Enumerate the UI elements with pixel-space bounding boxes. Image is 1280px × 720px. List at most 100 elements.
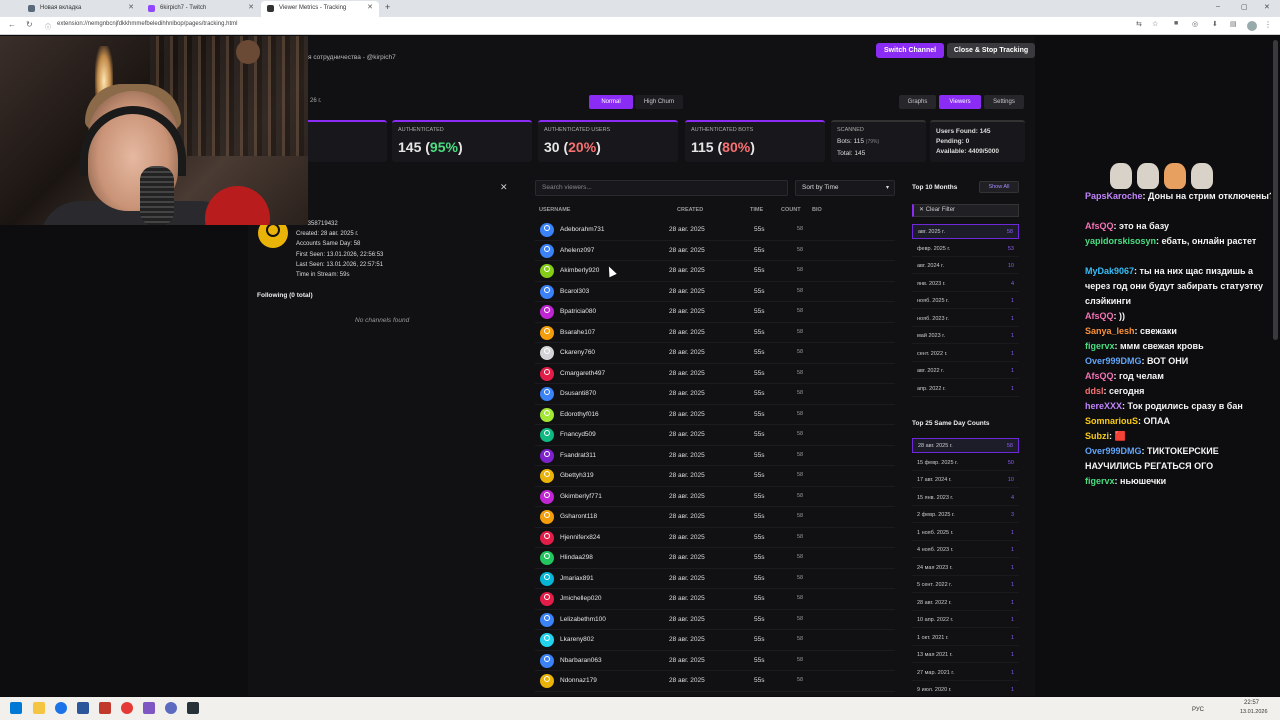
- file-explorer-icon[interactable]: [33, 702, 45, 714]
- list-item[interactable]: 15 февр. 2025 г. 50: [912, 456, 1019, 471]
- table-row[interactable]: Jmariax891 28 авг. 2025 55s 58: [535, 569, 895, 589]
- app-icon[interactable]: [143, 702, 155, 714]
- tab-settings[interactable]: Settings: [984, 95, 1024, 109]
- username[interactable]: Fsandrat311: [560, 452, 596, 459]
- sidebar-icon[interactable]: ▤: [1230, 20, 1237, 28]
- table-row[interactable]: Bcarol303 28 авг. 2025 55s 58: [535, 282, 895, 302]
- username[interactable]: Jmariax891: [560, 575, 594, 582]
- table-row[interactable]: Nbarbaran063 28 авг. 2025 55s 58: [535, 651, 895, 671]
- back-icon[interactable]: ←: [8, 20, 16, 29]
- table-row[interactable]: Jmichellep020 28 авг. 2025 55s 58: [535, 589, 895, 610]
- windows-start-icon[interactable]: [10, 702, 22, 714]
- close-icon[interactable]: ✕: [248, 1, 254, 15]
- chat-username[interactable]: Over999DMG: [1085, 356, 1142, 366]
- table-row[interactable]: Ndonnaz179 28 авг. 2025 55s 58: [535, 671, 895, 692]
- new-tab-icon[interactable]: +: [385, 2, 390, 12]
- list-item[interactable]: нояб. 2023 г. 1: [912, 312, 1019, 327]
- search-input[interactable]: Search viewers...: [535, 180, 788, 196]
- bookmark-icon[interactable]: ☆: [1152, 20, 1158, 28]
- list-item[interactable]: 5 сент. 2022 г. 1: [912, 578, 1019, 593]
- list-item[interactable]: 2 февр. 2025 г. 3: [912, 508, 1019, 523]
- close-icon[interactable]: ✕: [500, 182, 508, 193]
- table-row[interactable]: Lkareny802 28 авг. 2025 55s 58: [535, 630, 895, 651]
- site-info-icon[interactable]: ⓘ: [45, 22, 51, 31]
- list-item[interactable]: 9 июл. 2020 г. 1: [912, 683, 1019, 698]
- close-window-icon[interactable]: ✕: [1264, 3, 1270, 11]
- table-row[interactable]: Gbettyh319 28 авг. 2025 55s 58: [535, 466, 895, 487]
- app-icon[interactable]: [77, 702, 89, 714]
- show-all-button[interactable]: Show All: [979, 181, 1019, 193]
- username[interactable]: Hjenniferx824: [560, 534, 600, 541]
- chat-username[interactable]: ddsl: [1085, 386, 1104, 396]
- list-item[interactable]: февр. 2025 г. 53: [912, 242, 1019, 257]
- switch-channel-button[interactable]: Switch Channel: [876, 43, 944, 58]
- discord-icon[interactable]: [165, 702, 177, 714]
- list-item[interactable]: 1 окт. 2021 г. 1: [912, 631, 1019, 646]
- username[interactable]: Ckareny760: [560, 349, 595, 356]
- list-item[interactable]: авг. 2024 г. 10: [912, 259, 1019, 274]
- username[interactable]: Gkimberlyf771: [560, 493, 602, 500]
- app-icon[interactable]: [99, 702, 111, 714]
- tray-language[interactable]: РУС: [1192, 707, 1204, 713]
- list-item[interactable]: апр. 2022 г. 1: [912, 382, 1019, 397]
- table-row[interactable]: Akimberly920 28 авг. 2025 55s 58: [535, 261, 895, 282]
- username[interactable]: Gbettyh319: [560, 472, 594, 479]
- close-icon[interactable]: ✕: [367, 1, 373, 15]
- table-row[interactable]: Ckareny760 28 авг. 2025 55s 58: [535, 343, 895, 364]
- username[interactable]: Lelizabethm100: [560, 616, 606, 623]
- col-time[interactable]: TIME: [750, 207, 763, 213]
- username[interactable]: Lkareny802: [560, 636, 594, 643]
- close-stop-tracking-button[interactable]: Close & Stop Tracking: [947, 43, 1035, 58]
- username[interactable]: Akimberly920: [560, 267, 599, 274]
- tab-twitch[interactable]: 6kirpich7 - Twitch ✕: [142, 1, 260, 17]
- extensions-icon[interactable]: ■: [1174, 20, 1178, 27]
- list-item[interactable]: май 2023 г. 1: [912, 329, 1019, 344]
- username[interactable]: Bcarol303: [560, 288, 589, 295]
- username[interactable]: Adeborahm731: [560, 226, 604, 233]
- list-item[interactable]: 15 янв. 2023 г. 4: [912, 491, 1019, 506]
- list-item[interactable]: авг. 2025 г. 58: [912, 224, 1019, 239]
- chrome-icon[interactable]: [55, 702, 67, 714]
- scrollbar-thumb[interactable]: [1273, 40, 1278, 340]
- download-icon[interactable]: ⬇: [1212, 20, 1218, 28]
- chat-username[interactable]: PapsKaroche: [1085, 191, 1143, 201]
- table-row[interactable]: Edorothyf016 28 авг. 2025 55s 58: [535, 405, 895, 425]
- sync-icon[interactable]: ◎: [1192, 20, 1198, 28]
- chat-username[interactable]: hereXXX: [1085, 401, 1122, 411]
- chat-username[interactable]: AfsQQ: [1085, 371, 1114, 381]
- steam-icon[interactable]: [187, 702, 199, 714]
- close-icon[interactable]: ✕: [128, 1, 134, 15]
- normal-toggle[interactable]: Normal: [589, 95, 633, 109]
- browser-icon[interactable]: [121, 702, 133, 714]
- list-item[interactable]: 4 нояб. 2023 г. 1: [912, 543, 1019, 558]
- username[interactable]: Ndonnaz179: [560, 677, 597, 684]
- table-row[interactable]: Bpatricia080 28 авг. 2025 55s 58: [535, 302, 895, 323]
- username[interactable]: Hlindaa298: [560, 554, 593, 561]
- table-row[interactable]: Gsharont118 28 авг. 2025 55s 58: [535, 507, 895, 528]
- col-count[interactable]: COUNT: [781, 207, 801, 213]
- tray-time[interactable]: 22:57: [1244, 700, 1259, 706]
- profile-avatar[interactable]: [1247, 21, 1257, 31]
- chat-username[interactable]: Subzi: [1085, 431, 1109, 441]
- tab-viewer-metrics[interactable]: Viewer Metrics - Tracking ✕: [261, 1, 379, 17]
- table-row[interactable]: Cmargareth497 28 авг. 2025 55s 58: [535, 364, 895, 384]
- list-item[interactable]: 28 авг. 2025 г. 58: [912, 438, 1019, 453]
- chat-username[interactable]: Over999DMG: [1085, 446, 1142, 456]
- list-item[interactable]: 1 нояб. 2025 г. 1: [912, 526, 1019, 541]
- maximize-icon[interactable]: ▢: [1241, 3, 1248, 11]
- sort-select[interactable]: Sort by Time ▾: [795, 180, 895, 196]
- username[interactable]: Bsarahe107: [560, 329, 595, 336]
- list-item[interactable]: 17 авг. 2024 г. 10: [912, 473, 1019, 488]
- clear-filter-button[interactable]: ✕ Clear Filter: [912, 204, 1019, 217]
- username[interactable]: Fnancyd509: [560, 431, 596, 438]
- table-row[interactable]: Fnancyd509 28 авг. 2025 55s 58: [535, 425, 895, 446]
- list-item[interactable]: 13 мая 2021 г. 1: [912, 648, 1019, 663]
- username[interactable]: Dsusanti870: [560, 390, 596, 397]
- high-churn-toggle[interactable]: High Churn: [635, 95, 683, 109]
- tab-new[interactable]: Новая вкладка ✕: [22, 1, 140, 17]
- list-item[interactable]: 10 апр. 2022 г. 1: [912, 613, 1019, 628]
- chat-username[interactable]: AfsQQ: [1085, 221, 1114, 231]
- col-created[interactable]: CREATED: [677, 207, 703, 213]
- table-row[interactable]: Dsusanti870 28 авг. 2025 55s 58: [535, 384, 895, 405]
- table-row[interactable]: Ahelenz097 28 авг. 2025 55s 58: [535, 241, 895, 261]
